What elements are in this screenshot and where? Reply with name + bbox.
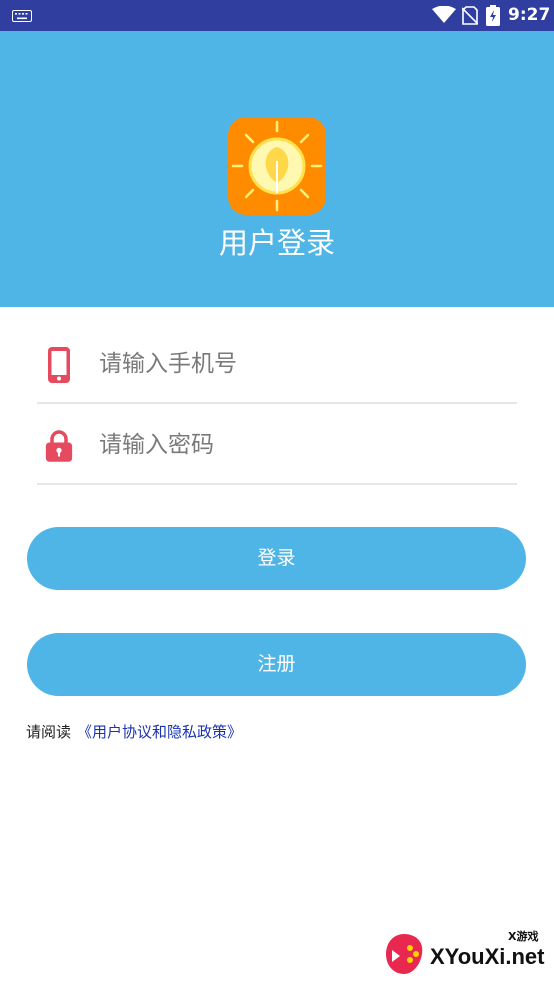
phone-input[interactable] xyxy=(99,342,499,386)
login-screen: 9:27 用户登录 请输入手机号 登录 注册 请阅读 《用户协议和隐私政策》 X… xyxy=(0,0,554,986)
agreement-prefix: 请阅读 xyxy=(26,723,72,741)
phone-icon xyxy=(48,347,70,383)
watermark: X游戏 XYouXi.net xyxy=(380,928,550,982)
login-button[interactable]: 登录 xyxy=(27,527,526,590)
agreement-link[interactable]: 《用户协议和隐私政策》 xyxy=(77,723,242,741)
watermark-text: XYouXi.net xyxy=(430,944,545,969)
register-button[interactable]: 注册 xyxy=(27,633,526,696)
wifi-icon xyxy=(432,6,456,23)
phone-field xyxy=(37,322,517,404)
battery-charging-icon xyxy=(486,5,500,26)
status-bar: 9:27 xyxy=(0,0,554,31)
lock-icon xyxy=(45,430,73,462)
keyboard-icon xyxy=(12,10,32,22)
sim-off-icon xyxy=(462,6,478,25)
status-time: 9:27 xyxy=(508,5,551,25)
sun-lightbulb-icon xyxy=(228,117,326,215)
agreement-notice: 请阅读 《用户协议和隐私政策》 xyxy=(26,721,242,743)
gamepad-logo-icon xyxy=(386,934,423,974)
page-title: 用户登录 xyxy=(218,226,335,260)
password-field xyxy=(37,403,517,485)
password-input[interactable] xyxy=(99,423,499,467)
